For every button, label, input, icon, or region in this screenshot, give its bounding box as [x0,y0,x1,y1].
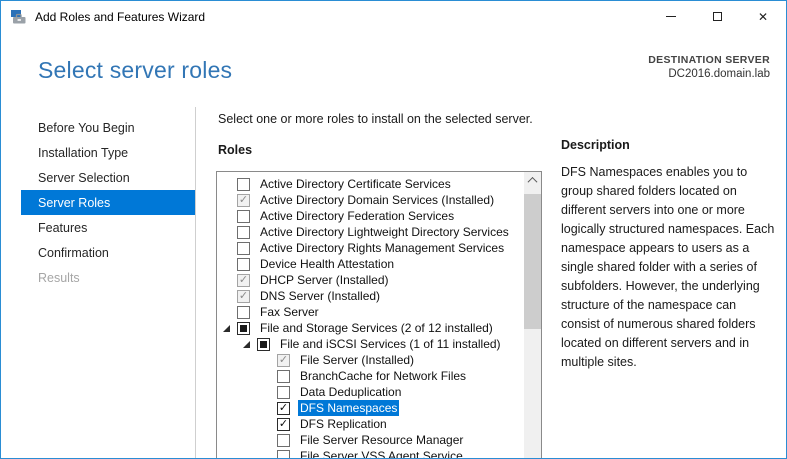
role-label[interactable]: File Server Resource Manager [298,432,465,448]
wizard-window: Add Roles and Features Wizard ✕ Select s… [0,0,787,459]
role-row[interactable]: File and Storage Services (2 of 12 insta… [217,320,524,336]
sidebar-separator [195,107,196,458]
role-checkbox[interactable] [237,258,250,271]
roles-scrollbar[interactable] [524,172,541,459]
role-checkbox[interactable] [237,242,250,255]
sidebar-item-installation-type[interactable]: Installation Type [21,140,195,165]
role-label[interactable]: Active Directory Domain Services (Instal… [258,192,496,208]
role-row[interactable]: File and iSCSI Services (1 of 11 install… [217,336,524,352]
scrollbar-up-button[interactable] [524,172,541,189]
role-checkbox[interactable]: ✓ [237,194,250,207]
sidebar-item-features[interactable]: Features [21,215,195,240]
description-heading: Description [561,138,777,152]
tree-expander-icon[interactable] [243,341,250,348]
sidebar-item-confirmation[interactable]: Confirmation [21,240,195,265]
role-row[interactable]: Data Deduplication [217,384,524,400]
sidebar-item-results[interactable]: Results [21,265,195,290]
role-label[interactable]: Fax Server [258,304,321,320]
role-label[interactable]: Active Directory Lightweight Directory S… [258,224,511,240]
role-label[interactable]: File Server (Installed) [298,352,416,368]
role-checkbox[interactable] [277,434,290,447]
role-checkbox[interactable] [237,322,250,335]
role-label[interactable]: Data Deduplication [298,384,403,400]
role-label[interactable]: Active Directory Federation Services [258,208,456,224]
partial-check-square [240,325,247,332]
role-row[interactable]: Active Directory Federation Services [217,208,524,224]
role-checkbox[interactable] [277,450,290,459]
role-label[interactable]: Device Health Attestation [258,256,396,272]
sidebar-item-before-you-begin[interactable]: Before You Begin [21,115,195,140]
role-checkbox[interactable]: ✓ [237,274,250,287]
close-icon: ✕ [758,11,768,23]
maximize-icon [713,12,722,21]
window-title: Add Roles and Features Wizard [35,10,205,24]
role-checkbox[interactable] [237,210,250,223]
role-row[interactable]: ✓ DFS Namespaces [217,400,524,416]
description-panel: Description DFS Namespaces enables you t… [561,138,777,372]
chevron-up-icon [528,177,538,187]
close-button[interactable]: ✕ [740,1,786,32]
role-row[interactable]: ✓ File Server (Installed) [217,352,524,368]
server-manager-toolbox-icon [11,9,27,25]
role-checkbox[interactable]: ✓ [277,418,290,431]
role-checkbox[interactable]: ✓ [277,354,290,367]
role-checkbox[interactable] [277,370,290,383]
destination-server-value: DC2016.domain.lab [648,68,770,80]
sidebar-item-server-roles[interactable]: Server Roles [21,190,195,215]
role-row[interactable]: File Server Resource Manager [217,432,524,448]
maximize-button[interactable] [694,1,740,32]
minimize-button[interactable] [648,1,694,32]
role-label[interactable]: BranchCache for Network Files [298,368,468,384]
role-row[interactable]: ✓ DHCP Server (Installed) [217,272,524,288]
role-row[interactable]: ✓ Active Directory Domain Services (Inst… [217,192,524,208]
instruction-text: Select one or more roles to install on t… [218,112,533,126]
role-checkbox[interactable] [277,386,290,399]
wizard-sidebar: Before You BeginInstallation TypeServer … [21,115,195,290]
tree-expander-icon[interactable] [223,325,230,332]
role-row[interactable]: Active Directory Lightweight Directory S… [217,224,524,240]
role-checkbox[interactable] [237,226,250,239]
role-row[interactable]: Active Directory Rights Management Servi… [217,240,524,256]
role-label[interactable]: DFS Replication [298,416,389,432]
role-label[interactable]: DNS Server (Installed) [258,288,382,304]
role-row[interactable]: Active Directory Certificate Services [217,176,524,192]
roles-listbox[interactable]: Active Directory Certificate Services ✓ … [216,171,542,459]
role-row[interactable]: Device Health Attestation [217,256,524,272]
role-checkbox[interactable]: ✓ [237,290,250,303]
role-label[interactable]: Active Directory Certificate Services [258,176,453,192]
partial-check-square [260,341,267,348]
destination-server: DESTINATION SERVER DC2016.domain.lab [648,54,770,80]
role-row[interactable]: File Server VSS Agent Service [217,448,524,459]
role-label[interactable]: File Server VSS Agent Service [298,448,465,459]
role-checkbox[interactable] [237,306,250,319]
role-label[interactable]: File and Storage Services (2 of 12 insta… [258,320,495,336]
scrollbar-thumb[interactable] [524,194,541,329]
role-checkbox[interactable] [237,178,250,191]
minimize-icon [666,16,676,17]
role-label[interactable]: Active Directory Rights Management Servi… [258,240,506,256]
role-label[interactable]: File and iSCSI Services (1 of 11 install… [278,336,503,352]
roles-label: Roles [218,143,252,157]
window-titlebar: Add Roles and Features Wizard ✕ [1,1,786,32]
description-text: DFS Namespaces enables you to group shar… [561,163,777,372]
role-row[interactable]: ✓ DNS Server (Installed) [217,288,524,304]
role-checkbox[interactable] [257,338,270,351]
role-row[interactable]: ✓ DFS Replication [217,416,524,432]
sidebar-item-server-selection[interactable]: Server Selection [21,165,195,190]
role-checkbox[interactable]: ✓ [277,402,290,415]
role-label[interactable]: DHCP Server (Installed) [258,272,390,288]
role-row[interactable]: Fax Server [217,304,524,320]
destination-server-label: DESTINATION SERVER [648,54,770,66]
roles-rows: Active Directory Certificate Services ✓ … [217,172,524,459]
page-title: Select server roles [38,57,232,84]
role-label[interactable]: DFS Namespaces [298,400,399,416]
role-row[interactable]: BranchCache for Network Files [217,368,524,384]
